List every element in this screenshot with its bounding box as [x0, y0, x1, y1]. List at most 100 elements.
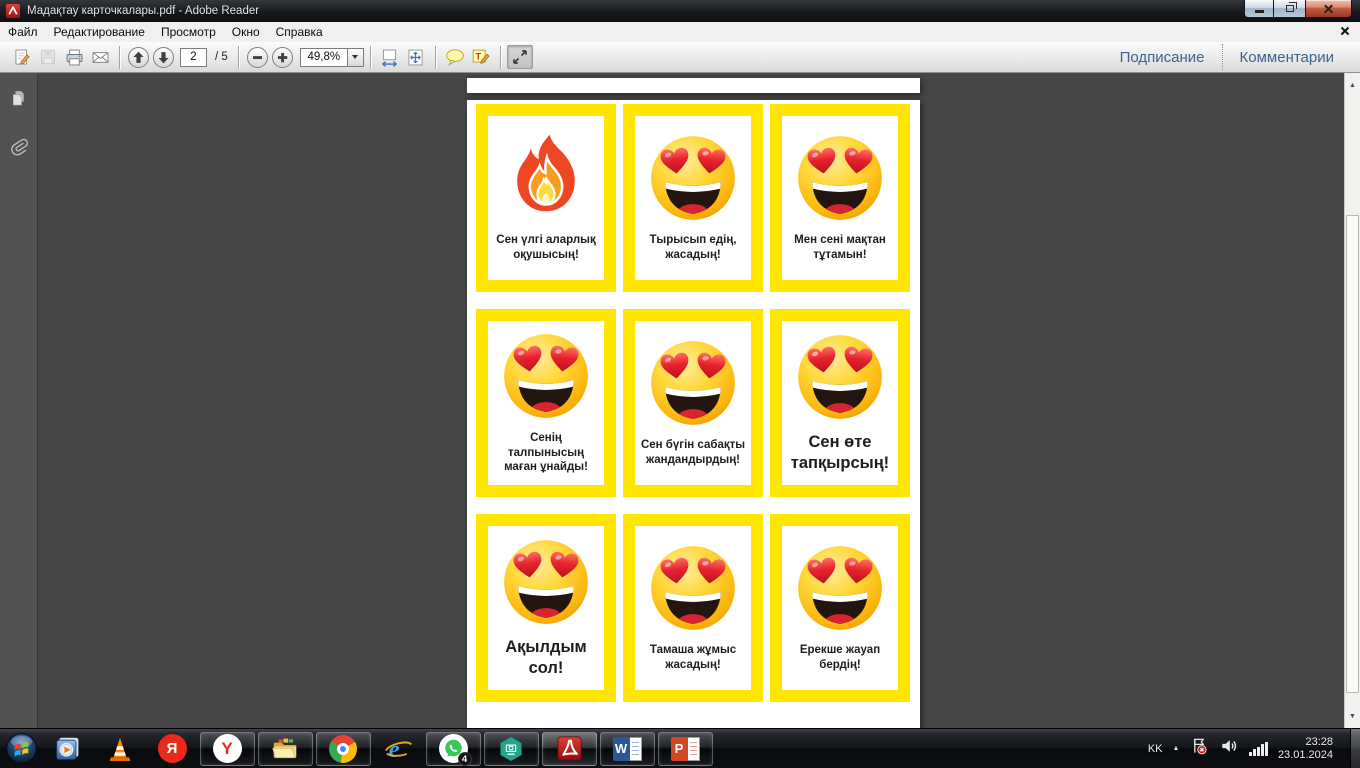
close-icon	[1323, 3, 1334, 14]
praise-card-inner: Сен өте тапқырсың!	[782, 321, 898, 485]
taskbar-button-vlc[interactable]	[96, 732, 145, 766]
taskbar-button-whatsapp[interactable]: 4	[425, 731, 481, 766]
praise-card: Ақылдым сол!	[476, 514, 616, 702]
show-desktop-button[interactable]	[1350, 728, 1360, 768]
start-button[interactable]	[0, 729, 42, 768]
scroll-up-arrow[interactable]: ▲	[1345, 77, 1360, 93]
close-button[interactable]	[1306, 0, 1352, 18]
praise-card-text: Сенің талпынысың маған ұнайды!	[504, 431, 588, 474]
page-number-input[interactable]	[180, 47, 207, 67]
zoom-out-button[interactable]	[246, 46, 268, 68]
chrome-icon	[329, 734, 357, 763]
minimize-button[interactable]	[1244, 0, 1274, 18]
fullscreen-button[interactable]	[506, 45, 533, 69]
menu-help[interactable]: Справка	[268, 22, 331, 42]
praise-card-text: Ерекше жауап бердің!	[799, 644, 881, 671]
praise-card-inner: Тамаша жұмыс жасадың!	[635, 526, 751, 690]
attachments-paperclip-icon[interactable]	[4, 132, 32, 160]
language-indicator[interactable]: KK	[1148, 743, 1163, 755]
praise-cards-grid: Сен үлгі аларлық оқушысың! Тырысып едің,…	[476, 104, 910, 702]
menu-window[interactable]: Окно	[224, 22, 268, 42]
taskbar-button-adobe-reader[interactable]	[541, 731, 597, 766]
clock[interactable]: 23:28 23.01.2024	[1278, 736, 1333, 762]
vertical-scrollbar[interactable]: ▲ ▼	[1344, 73, 1360, 728]
toolbar-separator	[434, 45, 436, 69]
adobe-reader-icon	[554, 733, 585, 764]
taskbar-button-windows-media-player[interactable]	[44, 732, 93, 766]
yandex-browser-icon: Y	[212, 734, 242, 763]
chevron-down-icon	[352, 55, 359, 59]
heart-eyes-emoji	[501, 537, 591, 627]
text-annotation-button[interactable]: T	[468, 45, 494, 69]
taskbar-button-chrome[interactable]	[315, 731, 371, 766]
taskbar-button-powerpoint[interactable]: P	[657, 731, 713, 766]
network-signal-icon[interactable]	[1249, 741, 1268, 756]
toolbar-panels: Подписание Комментарии	[1103, 42, 1351, 72]
heart-eyes-emoji	[648, 133, 738, 223]
svg-text:T: T	[475, 51, 481, 61]
praise-card-text: Сен өте тапқырсың!	[790, 433, 890, 472]
menu-file[interactable]: Файл	[0, 22, 46, 42]
page-thumbnails-icon[interactable]	[7, 86, 31, 110]
zoom-in-button[interactable]	[271, 46, 293, 68]
clock-date: 23.01.2024	[1277, 748, 1333, 761]
clock-time: 23:28	[1305, 735, 1333, 748]
fit-width-button[interactable]	[377, 45, 403, 69]
taskbar-button-file-explorer[interactable]	[257, 731, 313, 766]
scrollbar-thumb[interactable]	[1346, 215, 1359, 693]
menu-bar: Файл Редактирование Просмотр Окно Справк…	[0, 22, 1360, 42]
zoom-dropdown-button[interactable]	[346, 47, 364, 67]
menu-edit[interactable]: Редактирование	[46, 22, 153, 42]
sign-document-button[interactable]	[9, 45, 35, 69]
fire-emoji	[501, 133, 591, 223]
window-title: Мадақтау карточкалары.pdf - Adobe Reader	[27, 5, 260, 17]
toolbar-separator	[237, 45, 239, 69]
toolbar-separator	[369, 45, 371, 69]
praise-card-text: Мен сені мақтан тұтамын!	[794, 234, 886, 261]
whatsapp-icon: 4	[438, 734, 472, 766]
praise-card-text: Ақылдым сол!	[505, 638, 587, 677]
security-app-icon	[496, 734, 526, 764]
praise-card: Мен сені мақтан тұтамын!	[770, 104, 910, 292]
praise-card: Тырысып едің, жасадың!	[623, 104, 763, 292]
praise-card-inner: Сенің талпынысың маған ұнайды!	[488, 321, 604, 485]
fit-page-button[interactable]	[403, 45, 429, 69]
taskbar-button-yandex-search[interactable]: Я	[148, 732, 197, 766]
next-page-button[interactable]	[153, 46, 174, 68]
previous-page-button[interactable]	[128, 46, 149, 68]
show-hidden-icons-chevron[interactable]: ▲	[1173, 745, 1180, 752]
window-titlebar: Мадақтау карточкалары.pdf - Adobe Reader	[0, 0, 1360, 22]
praise-card: Ерекше жауап бердің!	[770, 514, 910, 702]
action-center-flag-icon[interactable]	[1189, 736, 1209, 761]
taskbar-button-security-app[interactable]	[483, 731, 539, 766]
toolbar-separator	[499, 45, 501, 69]
taskbar-button-yandex-browser[interactable]: Y	[199, 731, 255, 766]
taskbar-button-word[interactable]: W	[599, 731, 655, 766]
yandex-search-icon: Я	[157, 734, 187, 763]
heart-eyes-emoji	[795, 543, 885, 633]
heart-eyes-emoji	[501, 331, 591, 421]
heart-eyes-emoji	[648, 338, 738, 428]
praise-card-inner: Мен сені мақтан тұтамын!	[782, 116, 898, 280]
comments-panel-button[interactable]: Комментарии	[1223, 49, 1351, 66]
scroll-down-arrow[interactable]: ▼	[1345, 708, 1360, 724]
taskbar: ЯYe 4 W P KK ▲ 23:28 23.01.2024	[0, 728, 1360, 768]
print-button[interactable]	[61, 45, 87, 69]
heart-eyes-emoji	[795, 332, 885, 422]
vlc-icon	[105, 734, 135, 764]
desktop-screen: Мадақтау карточкалары.pdf - Adobe Reader…	[0, 0, 1360, 768]
praise-card-text: Сен бүгін сабақты жандандырдың!	[640, 439, 746, 466]
taskbar-button-internet-explorer[interactable]: e	[374, 732, 423, 766]
praise-card-inner: Тырысып едің, жасадың!	[635, 116, 751, 280]
restore-button[interactable]	[1274, 0, 1306, 18]
comment-bubble-button[interactable]	[442, 45, 468, 69]
menu-view[interactable]: Просмотр	[153, 22, 224, 42]
email-button[interactable]	[87, 45, 113, 69]
close-document-icon[interactable]	[1340, 26, 1350, 36]
reader-workspace: Сен үлгі аларлық оқушысың! Тырысып едің,…	[0, 73, 1360, 728]
zoom-level-value[interactable]: 49,8%	[299, 47, 347, 67]
save-button[interactable]	[35, 45, 61, 69]
volume-icon[interactable]	[1219, 736, 1239, 761]
signing-panel-button[interactable]: Подписание	[1103, 49, 1222, 66]
svg-text:e: e	[388, 736, 399, 763]
